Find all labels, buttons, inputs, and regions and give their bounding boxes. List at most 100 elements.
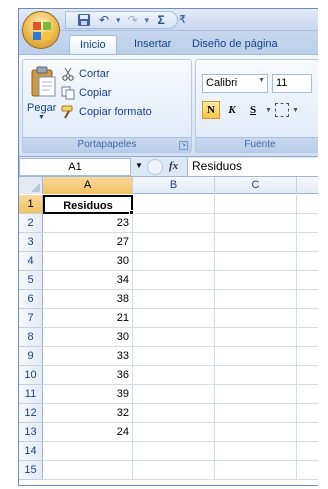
office-button[interactable] bbox=[22, 11, 60, 49]
cell[interactable] bbox=[215, 442, 297, 461]
font-name-select[interactable]: Calibri ▼ bbox=[202, 74, 268, 93]
row-header[interactable]: 14 bbox=[19, 442, 43, 461]
tab-diseno-pagina[interactable]: Diseño de página bbox=[182, 35, 288, 54]
row-header[interactable]: 7 bbox=[19, 309, 43, 328]
cell[interactable] bbox=[133, 461, 215, 480]
cell-a[interactable]: 39 bbox=[43, 385, 133, 404]
cell[interactable] bbox=[133, 252, 215, 271]
cell[interactable] bbox=[215, 271, 297, 290]
cell[interactable] bbox=[133, 214, 215, 233]
cell[interactable] bbox=[215, 252, 297, 271]
row-header[interactable]: 10 bbox=[19, 366, 43, 385]
cell[interactable] bbox=[297, 404, 318, 423]
cell[interactable] bbox=[133, 309, 215, 328]
copy-button[interactable]: Copiar bbox=[61, 85, 111, 101]
cell[interactable] bbox=[297, 347, 318, 366]
column-header-b[interactable]: B bbox=[133, 177, 215, 194]
cell[interactable] bbox=[133, 442, 215, 461]
tab-inicio[interactable]: Inicio bbox=[69, 35, 117, 54]
cell[interactable] bbox=[215, 214, 297, 233]
cell[interactable] bbox=[215, 309, 297, 328]
cell[interactable] bbox=[215, 385, 297, 404]
tab-insertar[interactable]: Insertar bbox=[124, 35, 181, 54]
select-all-button[interactable] bbox=[19, 177, 43, 194]
borders-dropdown-icon[interactable]: ▼ bbox=[292, 107, 299, 114]
cell[interactable] bbox=[297, 423, 318, 442]
cell[interactable] bbox=[297, 233, 318, 252]
cell[interactable] bbox=[297, 461, 318, 480]
row-header[interactable]: 4 bbox=[19, 252, 43, 271]
cell[interactable] bbox=[297, 271, 318, 290]
cell[interactable] bbox=[133, 347, 215, 366]
row-header[interactable]: 1 bbox=[19, 195, 43, 214]
paste-icon[interactable] bbox=[29, 66, 57, 98]
paste-button[interactable]: Pegar bbox=[27, 102, 56, 114]
cell[interactable] bbox=[297, 366, 318, 385]
cell[interactable] bbox=[215, 195, 297, 214]
cell[interactable] bbox=[215, 366, 297, 385]
row-header[interactable]: 9 bbox=[19, 347, 43, 366]
font-size-select[interactable]: 11 bbox=[272, 74, 312, 93]
cell[interactable] bbox=[133, 404, 215, 423]
cell[interactable] bbox=[215, 423, 297, 442]
cell[interactable] bbox=[297, 214, 318, 233]
column-header-a[interactable]: A bbox=[43, 177, 133, 194]
cell[interactable] bbox=[297, 442, 318, 461]
customize-toolbar-icon[interactable]: ₹ bbox=[179, 13, 186, 26]
cell[interactable] bbox=[215, 404, 297, 423]
insert-function-icon[interactable]: fx bbox=[169, 160, 178, 172]
cell-a[interactable]: 33 bbox=[43, 347, 133, 366]
save-icon[interactable] bbox=[76, 12, 92, 28]
cell[interactable] bbox=[215, 461, 297, 480]
redo-dropdown-icon[interactable]: ▾ bbox=[145, 15, 150, 26]
cell[interactable] bbox=[133, 233, 215, 252]
cell-a[interactable] bbox=[43, 461, 133, 480]
dialog-launcher-icon[interactable]: ↘ bbox=[179, 141, 188, 150]
cell-a[interactable]: 30 bbox=[43, 252, 133, 271]
cell-a[interactable] bbox=[43, 442, 133, 461]
cell-a[interactable]: 24 bbox=[43, 423, 133, 442]
row-header[interactable]: 8 bbox=[19, 328, 43, 347]
cell[interactable] bbox=[133, 271, 215, 290]
paste-dropdown-icon[interactable]: ▼ bbox=[38, 114, 45, 121]
row-header[interactable]: 5 bbox=[19, 271, 43, 290]
undo-dropdown-icon[interactable]: ▾ bbox=[116, 15, 121, 26]
underline-button[interactable]: S bbox=[244, 101, 262, 119]
cell[interactable] bbox=[297, 252, 318, 271]
borders-icon[interactable] bbox=[274, 103, 289, 117]
fill-handle[interactable] bbox=[129, 210, 134, 215]
cell[interactable] bbox=[297, 290, 318, 309]
undo-icon[interactable]: ↶ bbox=[96, 12, 112, 28]
row-header[interactable]: 15 bbox=[19, 461, 43, 480]
cell-a[interactable]: 21 bbox=[43, 309, 133, 328]
cell[interactable] bbox=[297, 385, 318, 404]
column-header-c[interactable]: C bbox=[215, 177, 297, 194]
cell[interactable] bbox=[133, 195, 215, 214]
row-header[interactable]: 11 bbox=[19, 385, 43, 404]
cell-a[interactable]: 30 bbox=[43, 328, 133, 347]
name-box-dropdown-icon[interactable]: ▼ bbox=[135, 161, 143, 170]
cell[interactable] bbox=[133, 366, 215, 385]
cell[interactable] bbox=[297, 309, 318, 328]
cut-button[interactable]: Cortar bbox=[61, 66, 110, 82]
cell[interactable] bbox=[133, 385, 215, 404]
cell-a[interactable]: 36 bbox=[43, 366, 133, 385]
cell-a[interactable]: 27 bbox=[43, 233, 133, 252]
row-header[interactable]: 6 bbox=[19, 290, 43, 309]
italic-button[interactable]: K bbox=[223, 101, 241, 119]
redo-icon[interactable]: ↷ bbox=[125, 12, 141, 28]
row-header[interactable]: 13 bbox=[19, 423, 43, 442]
cell-a1[interactable]: Residuos bbox=[43, 195, 133, 214]
row-header[interactable]: 2 bbox=[19, 214, 43, 233]
cell[interactable] bbox=[215, 347, 297, 366]
underline-dropdown-icon[interactable]: ▼ bbox=[265, 107, 272, 114]
cell[interactable] bbox=[215, 233, 297, 252]
cell[interactable] bbox=[133, 290, 215, 309]
cell-a[interactable]: 38 bbox=[43, 290, 133, 309]
cell-a[interactable]: 23 bbox=[43, 214, 133, 233]
formula-input[interactable]: Residuos bbox=[187, 158, 318, 176]
cell[interactable] bbox=[297, 328, 318, 347]
column-header-d[interactable] bbox=[297, 177, 318, 194]
cell[interactable] bbox=[297, 195, 318, 214]
cell[interactable] bbox=[215, 328, 297, 347]
